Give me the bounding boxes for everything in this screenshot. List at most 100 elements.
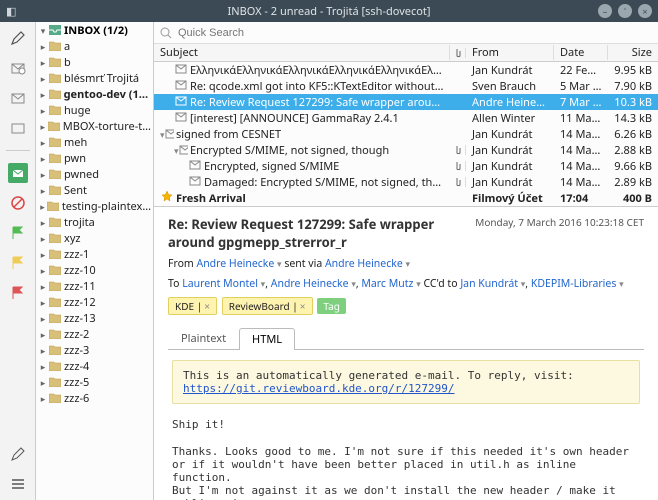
expand-icon[interactable]: ▸ xyxy=(38,328,48,341)
tag-remove-icon[interactable]: × xyxy=(204,299,210,313)
col-attachment[interactable] xyxy=(450,48,466,58)
folder-item[interactable]: ▸zzz-10 xyxy=(36,262,153,278)
folder-item[interactable]: ▸zzz-6 xyxy=(36,390,153,406)
block-icon[interactable] xyxy=(8,193,28,213)
expand-icon[interactable]: ▸ xyxy=(38,88,48,101)
expand-icon[interactable]: ▸ xyxy=(38,56,48,69)
expand-icon[interactable]: ▸ xyxy=(38,344,48,357)
folder-item[interactable]: ▸zzz-3 xyxy=(36,342,153,358)
expand-icon[interactable]: ▸ xyxy=(38,392,48,405)
folder-inbox[interactable]: ▾ INBOX (1/2) xyxy=(36,22,153,38)
flag-yellow-icon[interactable] xyxy=(8,253,28,273)
folder-item[interactable]: ▸pwned xyxy=(36,166,153,182)
cc-link[interactable]: KDEPIM-Libraries xyxy=(531,277,617,291)
mark-read-icon[interactable] xyxy=(8,163,28,183)
col-date[interactable]: Date xyxy=(554,45,608,60)
cc-link[interactable]: Jan Kundrát xyxy=(460,277,518,291)
folder-icon xyxy=(48,73,62,83)
search-bar[interactable] xyxy=(154,22,658,44)
tag-add-button[interactable]: Tag xyxy=(317,298,346,314)
to-link[interactable]: Marc Mutz xyxy=(361,277,413,291)
folder-item[interactable]: ▸a xyxy=(36,38,153,54)
close-button[interactable]: × xyxy=(638,4,652,18)
folder-item[interactable]: ▸blésmrť Trojitá xyxy=(36,70,153,86)
folder-item[interactable]: ▸huge xyxy=(36,102,153,118)
from-link[interactable]: Andre Heinecke xyxy=(196,257,274,271)
expand-icon[interactable]: ▸ xyxy=(38,40,48,53)
message-row[interactable]: ▾ Encrypted S/MIME, not signed, thoughJa… xyxy=(154,142,658,158)
expand-icon[interactable]: ▸ xyxy=(38,120,48,133)
to-link[interactable]: Andre Heinecke xyxy=(271,277,349,291)
message-row[interactable]: Re: Review Request 127299: Safe wrapper … xyxy=(154,94,658,110)
folder-item[interactable]: ▸b xyxy=(36,54,153,70)
message-header-row[interactable]: Subject From Date Size xyxy=(154,44,658,62)
folder-item[interactable]: ▸MBOX-torture-test xyxy=(36,118,153,134)
message-row[interactable]: Fresh ArrivalFilmový Účet17:04400 B xyxy=(154,190,658,206)
reply-private-icon[interactable] xyxy=(8,58,28,78)
to-link[interactable]: Laurent Montel xyxy=(182,277,258,291)
forward-icon[interactable] xyxy=(8,118,28,138)
tab-html[interactable]: HTML xyxy=(239,328,295,350)
col-from[interactable]: From xyxy=(466,45,554,60)
expand-icon[interactable]: ▸ xyxy=(38,200,47,213)
folder-item[interactable]: ▸pwn xyxy=(36,150,153,166)
folder-item[interactable]: ▸Sent xyxy=(36,182,153,198)
tag-kde[interactable]: KDE |× xyxy=(168,297,217,315)
col-subject[interactable]: Subject xyxy=(154,45,450,60)
message-list[interactable]: ΕλληνικάΕλληνικάΕλληνικάΕλληνικάΕλληνικά… xyxy=(154,62,658,206)
expand-icon[interactable]: ▸ xyxy=(38,264,48,277)
folder-item[interactable]: ▸zzz-12 xyxy=(36,294,153,310)
expand-icon[interactable]: ▸ xyxy=(38,168,48,181)
expand-icon[interactable]: ▸ xyxy=(38,136,48,149)
expand-icon[interactable]: ▸ xyxy=(38,248,48,261)
folder-tree[interactable]: ▾ INBOX (1/2) ▸a▸b▸blésmrť Trojitá▸gento… xyxy=(36,22,154,500)
folder-item[interactable]: ▸xyz xyxy=(36,230,153,246)
folder-item[interactable]: ▸zzz-11 xyxy=(36,278,153,294)
message-row[interactable]: Re: qcode.xml got into KF5::KTextEditor … xyxy=(154,78,658,94)
preview-body[interactable]: This is an automatically generated e-mai… xyxy=(154,350,658,500)
expand-icon[interactable]: ▸ xyxy=(38,312,48,325)
compose-icon[interactable] xyxy=(8,28,28,48)
expand-icon[interactable]: ▸ xyxy=(38,104,48,117)
expand-icon[interactable]: ▸ xyxy=(38,216,48,229)
folder-item[interactable]: ▸zzz-5 xyxy=(36,374,153,390)
expand-icon[interactable]: ▸ xyxy=(38,360,48,373)
folder-item[interactable]: ▸zzz-2 xyxy=(36,326,153,342)
folder-item[interactable]: ▸zzz-13 xyxy=(36,310,153,326)
folder-item[interactable]: ▸trojita xyxy=(36,214,153,230)
maximize-button[interactable]: ˄ xyxy=(618,4,632,18)
app-menu-icon[interactable]: ◧ xyxy=(6,4,16,19)
message-row[interactable]: ΕλληνικάΕλληνικάΕλληνικάΕλληνικάΕλληνικά… xyxy=(154,62,658,78)
expand-icon[interactable]: ▸ xyxy=(38,376,48,389)
search-input[interactable] xyxy=(178,27,652,39)
message-row[interactable]: [interest] [ANNOUNCE] GammaRay 2.4.1Alle… xyxy=(154,110,658,126)
folder-item[interactable]: ▸gentoo-dev (15… xyxy=(36,86,153,102)
folder-item[interactable]: ▸meh xyxy=(36,134,153,150)
expand-icon[interactable]: ▸ xyxy=(38,152,48,165)
message-row[interactable]: ▾ signed from CESNETJan Kundrát14 Mar…6.… xyxy=(154,126,658,142)
chevron-down-icon[interactable]: ▾ xyxy=(406,257,411,270)
minimize-button[interactable]: – xyxy=(598,4,612,18)
message-row[interactable]: Damaged: Encrypted S/MIME, not signed, t… xyxy=(154,174,658,190)
col-size[interactable]: Size xyxy=(608,45,658,60)
tag-remove-icon[interactable]: × xyxy=(300,299,306,313)
expand-icon[interactable]: ▸ xyxy=(38,232,48,245)
expand-icon[interactable]: ▸ xyxy=(38,72,48,85)
folder-item[interactable]: ▸zzz-1 xyxy=(36,246,153,262)
reply-all-icon[interactable] xyxy=(8,88,28,108)
notice-link[interactable]: https://git.reviewboard.kde.org/r/127299… xyxy=(183,382,455,395)
flag-red-icon[interactable] xyxy=(8,283,28,303)
folder-item[interactable]: ▸testing-plaintext-f… xyxy=(36,198,153,214)
chevron-down-icon[interactable]: ▾ xyxy=(277,257,282,270)
flag-green-icon[interactable] xyxy=(8,223,28,243)
expand-icon[interactable]: ▸ xyxy=(38,280,48,293)
tab-plaintext[interactable]: Plaintext xyxy=(168,327,239,349)
folder-item[interactable]: ▸zzz-4 xyxy=(36,358,153,374)
tag-reviewboard[interactable]: ReviewBoard |× xyxy=(222,297,313,315)
sent-via-link[interactable]: Andre Heinecke xyxy=(325,257,403,271)
edit-icon[interactable] xyxy=(8,444,28,464)
expand-icon[interactable]: ▸ xyxy=(38,296,48,309)
expand-icon[interactable]: ▸ xyxy=(38,184,48,197)
message-row[interactable]: Encrypted, signed S/MIMEJan Kundrát14 Ma… xyxy=(154,158,658,174)
menu-icon[interactable] xyxy=(8,474,28,494)
